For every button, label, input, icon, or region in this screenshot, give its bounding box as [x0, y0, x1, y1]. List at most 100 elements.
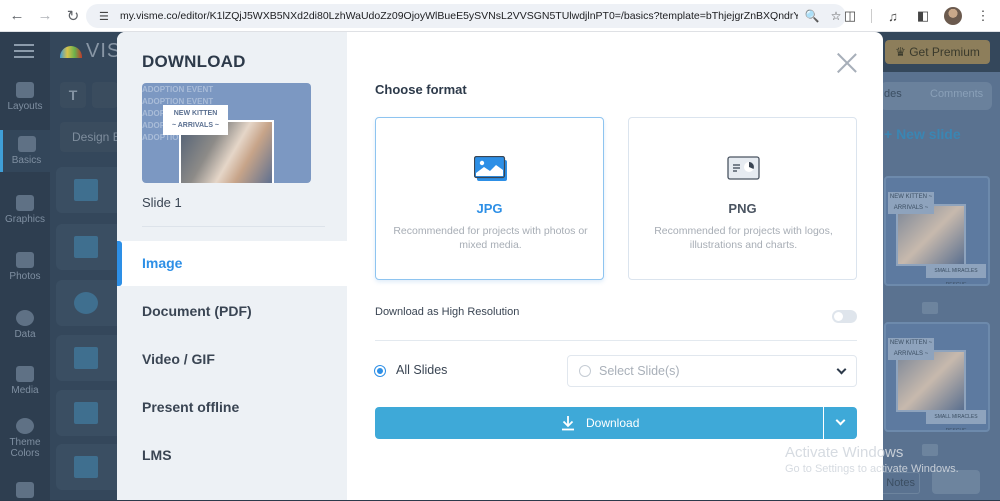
- shape-tool-button[interactable]: [92, 82, 118, 108]
- transition-icon[interactable]: [922, 302, 938, 314]
- menu-item-lms[interactable]: LMS: [117, 433, 347, 478]
- profile-avatar[interactable]: [944, 7, 962, 25]
- download-icon: [562, 416, 574, 431]
- text-tool-button[interactable]: T: [60, 82, 86, 108]
- rail-item-data[interactable]: Data: [0, 310, 50, 340]
- slide-thumbnail[interactable]: NEW KITTEN ~ ARRIVALS ~ SMALL MIRACLES R…: [884, 176, 990, 286]
- high-resolution-label: Download as High Resolution: [375, 306, 520, 318]
- close-icon[interactable]: [836, 52, 858, 74]
- browser-toolbar: ← → ↻ ☰ my.visme.co/editor/K1lZQjJ5WXB5N…: [0, 0, 1000, 32]
- download-button[interactable]: Download: [375, 407, 823, 439]
- chart-document-icon: [727, 156, 760, 180]
- text-block-tile[interactable]: [56, 167, 126, 213]
- photo-icon: [474, 156, 507, 181]
- transition-icon[interactable]: [922, 444, 938, 456]
- menu-item-video-gif[interactable]: Video / GIF: [117, 337, 347, 382]
- download-options-button[interactable]: [824, 407, 857, 439]
- menu-item-image[interactable]: Image: [117, 241, 347, 286]
- rail-item-photos[interactable]: Photos: [0, 252, 50, 282]
- view-toggle[interactable]: [932, 470, 980, 494]
- premium-label: Get Premium: [909, 45, 980, 59]
- toggle-knob: [834, 312, 843, 321]
- thumb-subtitle-label: SMALL MIRACLES RESCUE: [926, 264, 986, 284]
- image-tile[interactable]: [56, 335, 126, 381]
- preview-label-line1: NEW KITTEN: [173, 110, 218, 117]
- select-slides-dropdown[interactable]: Select Slide(s): [567, 355, 857, 387]
- forward-arrow-icon[interactable]: →: [34, 5, 56, 27]
- text-lines-icon: [74, 179, 98, 201]
- slide-thumbnail[interactable]: NEW KITTEN ~ ARRIVALS ~ SMALL MIRACLES R…: [884, 322, 990, 432]
- zoom-icon[interactable]: 🔍: [802, 9, 822, 23]
- download-label: Download: [586, 416, 640, 430]
- chevron-down-icon: [836, 364, 847, 375]
- address-bar[interactable]: ☰ my.visme.co/editor/K1lZQjJ5WXB5NXd2di8…: [86, 4, 846, 28]
- format-description: Recommended for projects with photos or …: [393, 225, 588, 251]
- tab-comments[interactable]: Comments: [930, 88, 983, 100]
- font-icon: [74, 236, 98, 258]
- rail-item-folder[interactable]: [0, 482, 50, 501]
- thumb-title-label: NEW KITTEN ~ ARRIVALS ~: [888, 338, 934, 360]
- format-card-jpg[interactable]: JPG Recommended for projects with photos…: [375, 117, 604, 280]
- back-arrow-icon[interactable]: ←: [6, 5, 28, 27]
- tab-slides[interactable]: des: [884, 88, 902, 100]
- divider: [142, 226, 325, 227]
- photo-icon: [16, 252, 34, 268]
- get-premium-button[interactable]: ♛ Get Premium: [885, 40, 990, 64]
- progress-ring-icon: [74, 292, 98, 314]
- rail-item-graphics[interactable]: Graphics: [0, 195, 50, 225]
- url-text[interactable]: my.visme.co/editor/K1lZQjJ5WXB5NXd2di80L…: [120, 10, 798, 22]
- thumb-subtitle-label: SMALL MIRACLES RESCUE: [926, 410, 986, 430]
- graphics-icon: [16, 195, 34, 211]
- menu-item-present-offline[interactable]: Present offline: [117, 385, 347, 430]
- site-settings-icon[interactable]: ☰: [94, 10, 114, 23]
- format-card-png[interactable]: PNG Recommended for projects with logos,…: [628, 117, 857, 280]
- preview-label-line2: ~ ARRIVALS ~: [171, 122, 220, 129]
- format-name: JPG: [476, 201, 503, 216]
- side-panel-icon[interactable]: ◧: [914, 8, 932, 24]
- slides-panel: des Comments + New slide NEW KITTEN ~ AR…: [880, 72, 1000, 500]
- add-folder-icon: [16, 482, 34, 498]
- hamburger-menu-icon[interactable]: [14, 44, 34, 62]
- rail-label: Data: [14, 329, 36, 340]
- rail-item-theme-colors[interactable]: Theme Colors: [0, 418, 50, 459]
- thumb-title-label: NEW KITTEN ~ ARRIVALS ~: [888, 192, 934, 214]
- high-resolution-toggle[interactable]: [832, 310, 857, 323]
- format-description: Recommended for projects with logos, ill…: [654, 225, 833, 251]
- preview-label: NEW KITTEN ~ ARRIVALS ~: [163, 105, 228, 135]
- rail-label: Theme Colors: [9, 437, 41, 459]
- all-slides-label[interactable]: All Slides: [396, 363, 447, 377]
- modal-title: DOWNLOAD: [142, 52, 246, 71]
- slides-panel-tabs: des Comments: [880, 82, 992, 110]
- format-name: PNG: [728, 201, 757, 216]
- rail-item-media[interactable]: Media: [0, 366, 50, 396]
- palette-icon: [16, 418, 34, 434]
- abc-blocks-icon: [17, 136, 36, 152]
- rail-item-basics[interactable]: Basics: [0, 130, 50, 172]
- more-menu-icon[interactable]: ⋮: [974, 8, 992, 24]
- choose-format-heading: Choose format: [375, 82, 467, 97]
- menu-item-document-pdf[interactable]: Document (PDF): [117, 289, 347, 334]
- toolbar-separator: [871, 9, 872, 23]
- new-slide-button[interactable]: + New slide: [884, 126, 961, 142]
- rail-item-layouts[interactable]: Layouts: [0, 82, 50, 112]
- rail-label: Photos: [9, 271, 41, 282]
- media-play-icon: [16, 366, 34, 382]
- hierarchy-icon: [74, 402, 98, 424]
- select-slides-radio[interactable]: [579, 365, 591, 377]
- layouts-icon: [16, 82, 34, 98]
- notes-button[interactable]: Notes: [880, 472, 920, 494]
- divider: [375, 340, 857, 341]
- all-slides-radio[interactable]: [374, 365, 386, 377]
- frame-tile[interactable]: [56, 444, 126, 490]
- diagram-tile[interactable]: [56, 390, 126, 436]
- reload-icon[interactable]: ↻: [62, 5, 84, 27]
- progress-ring-tile[interactable]: [56, 280, 126, 326]
- slide-preview: ADOPTION EVENT ADOPTION EVENT ADOPTION E…: [142, 83, 311, 183]
- typography-tile[interactable]: [56, 224, 126, 270]
- extensions-icon[interactable]: ◫: [841, 8, 859, 24]
- select-slides-placeholder: Select Slide(s): [599, 364, 680, 378]
- download-modal: DOWNLOAD ADOPTION EVENT ADOPTION EVENT A…: [117, 32, 883, 500]
- rail-label: Layouts: [7, 101, 43, 112]
- media-control-icon[interactable]: ♫: [884, 9, 902, 24]
- modal-sidebar: DOWNLOAD ADOPTION EVENT ADOPTION EVENT A…: [117, 32, 347, 500]
